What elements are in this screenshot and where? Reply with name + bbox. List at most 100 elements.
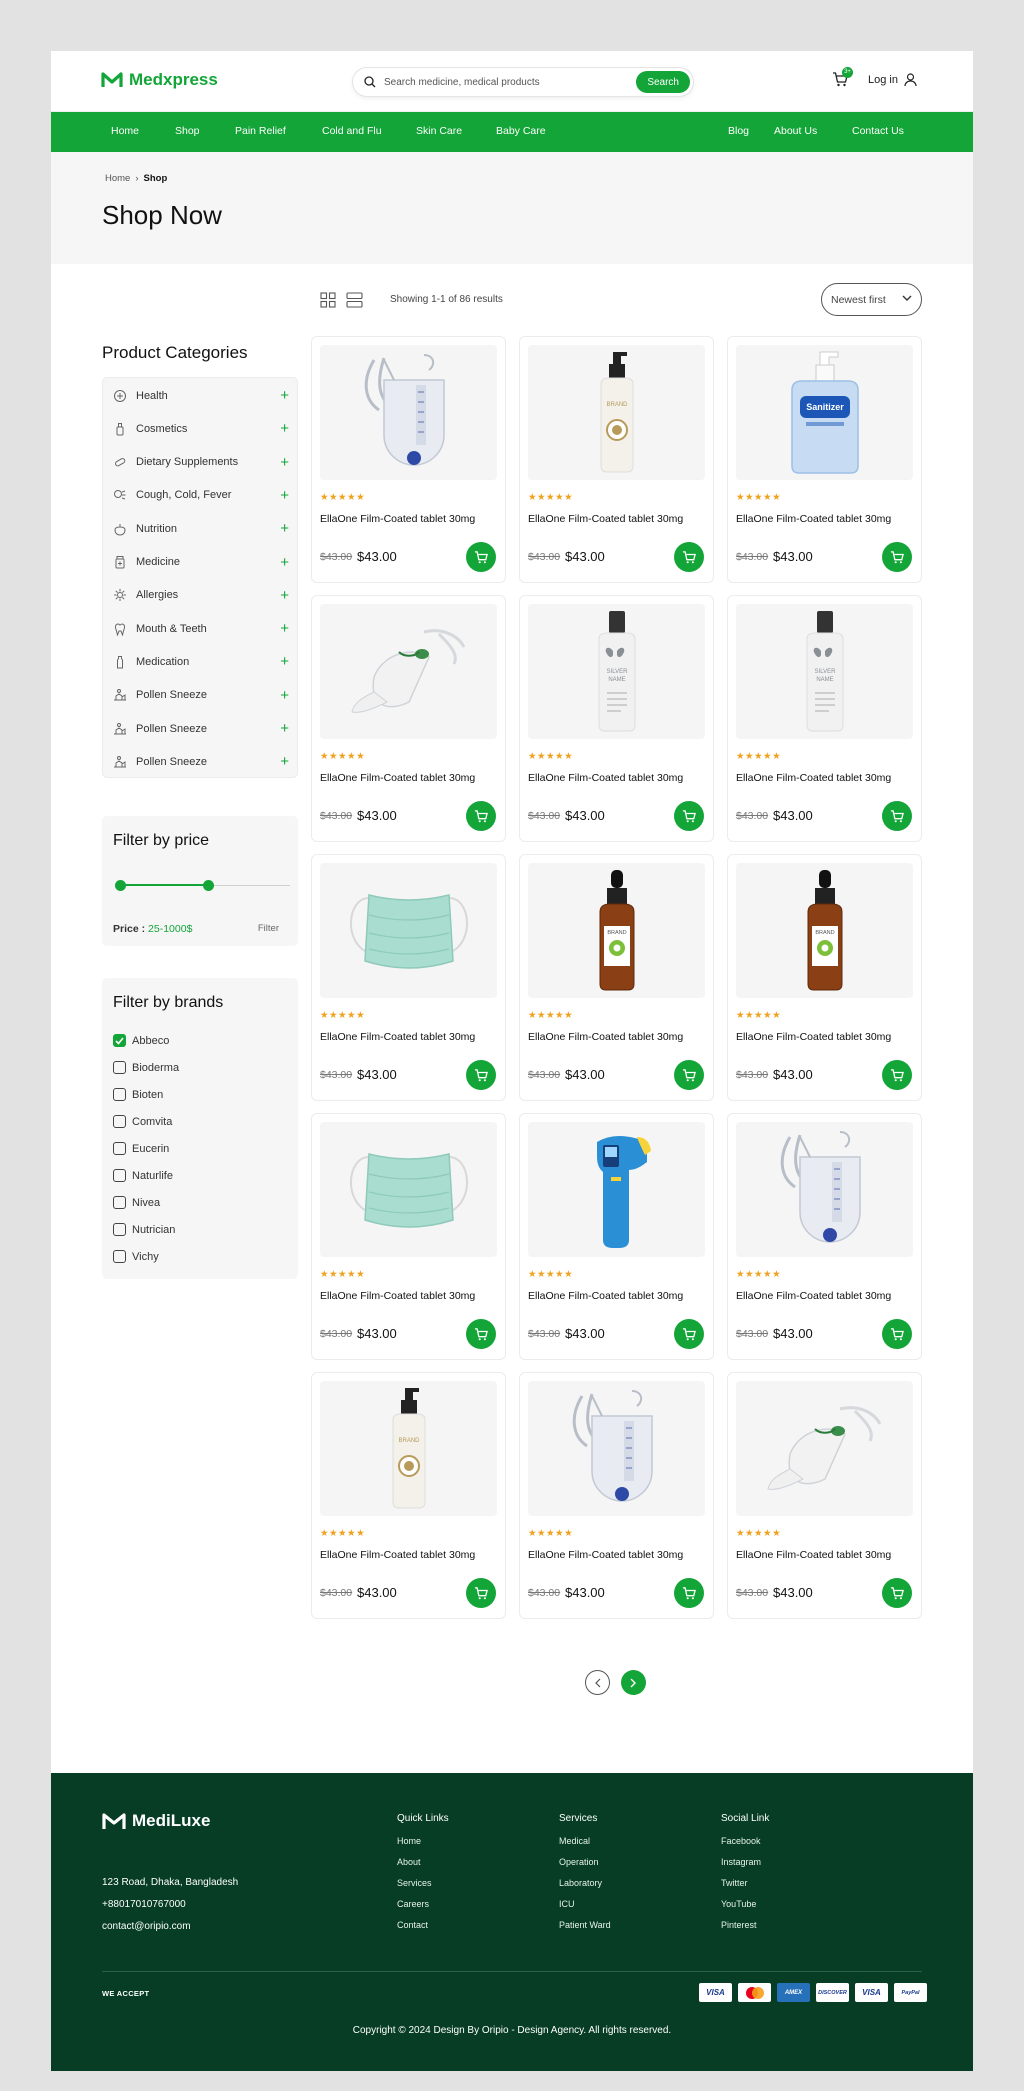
footer-link[interactable]: Patient Ward xyxy=(559,1920,611,1930)
product-image-oxygen-mask[interactable] xyxy=(320,604,497,739)
product-name[interactable]: EllaOne Film-Coated tablet 30mg xyxy=(736,1549,891,1561)
product-image-dropper-bottle[interactable]: BRAND xyxy=(736,863,913,998)
category-item[interactable]: Nutrition + xyxy=(113,512,289,545)
expand-plus-icon[interactable]: + xyxy=(280,753,289,770)
brand-checkbox[interactable] xyxy=(113,1061,126,1074)
product-image-dropper-bottle[interactable]: BRAND xyxy=(528,863,705,998)
breadcrumb-home[interactable]: Home xyxy=(105,173,130,184)
product-card[interactable]: BRAND ★★★★★ EllaOne Film-Coated tablet 30m… xyxy=(519,336,714,583)
nav-contact-us[interactable]: Contact Us xyxy=(852,125,904,137)
footer-link[interactable]: Medical xyxy=(559,1836,611,1846)
footer-link[interactable]: Instagram xyxy=(721,1857,769,1867)
product-name[interactable]: EllaOne Film-Coated tablet 30mg xyxy=(736,513,891,525)
brand-option[interactable]: Comvita xyxy=(113,1115,172,1128)
product-card[interactable]: ★★★★★ EllaOne Film-Coated tablet 30mg $43.… xyxy=(519,1113,714,1360)
product-image-face-mask[interactable] xyxy=(320,863,497,998)
add-to-cart-button[interactable] xyxy=(882,1578,912,1608)
add-to-cart-button[interactable] xyxy=(674,801,704,831)
brand-checkbox[interactable] xyxy=(113,1223,126,1236)
product-image-thermometer[interactable] xyxy=(528,1122,705,1257)
brand-option[interactable]: Naturlife xyxy=(113,1169,173,1182)
login-button[interactable]: Log in xyxy=(868,73,917,87)
nav-home[interactable]: Home xyxy=(111,125,139,137)
search-input[interactable] xyxy=(384,76,637,88)
cart-button[interactable]: 3+ xyxy=(832,67,853,92)
footer-email[interactable]: contact@oripio.com xyxy=(102,1921,191,1932)
nav-shop[interactable]: Shop xyxy=(175,125,200,137)
brand-checkbox[interactable] xyxy=(113,1196,126,1209)
add-to-cart-button[interactable] xyxy=(674,1060,704,1090)
expand-plus-icon[interactable]: + xyxy=(280,687,289,704)
expand-plus-icon[interactable]: + xyxy=(280,487,289,504)
product-card[interactable]: SILVER NAME ★★★★★ EllaOne Film-Coated table… xyxy=(519,595,714,842)
add-to-cart-button[interactable] xyxy=(466,1578,496,1608)
add-to-cart-button[interactable] xyxy=(674,1319,704,1349)
product-name[interactable]: EllaOne Film-Coated tablet 30mg xyxy=(736,772,891,784)
product-image-pump-bottle[interactable]: BRAND xyxy=(528,345,705,480)
logo[interactable]: Medxpress xyxy=(101,70,218,90)
footer-link[interactable]: Home xyxy=(397,1836,449,1846)
footer-link[interactable]: Operation xyxy=(559,1857,611,1867)
add-to-cart-button[interactable] xyxy=(466,1319,496,1349)
add-to-cart-button[interactable] xyxy=(466,1060,496,1090)
expand-plus-icon[interactable]: + xyxy=(280,454,289,471)
brand-option[interactable]: Bioten xyxy=(113,1088,163,1101)
nav-baby-care[interactable]: Baby Care xyxy=(496,125,546,137)
product-card[interactable]: ★★★★★ EllaOne Film-Coated tablet 30mg $43.… xyxy=(311,1113,506,1360)
product-name[interactable]: EllaOne Film-Coated tablet 30mg xyxy=(528,1549,683,1561)
product-card[interactable]: ★★★★★ EllaOne Film-Coated tablet 30mg $43.… xyxy=(519,1372,714,1619)
footer-link[interactable]: Services xyxy=(397,1878,449,1888)
product-image-silver-bottle[interactable]: SILVER NAME xyxy=(736,604,913,739)
product-name[interactable]: EllaOne Film-Coated tablet 30mg xyxy=(528,772,683,784)
nav-about-us[interactable]: About Us xyxy=(774,125,817,137)
brand-checkbox[interactable] xyxy=(113,1115,126,1128)
product-name[interactable]: EllaOne Film-Coated tablet 30mg xyxy=(320,513,475,525)
product-name[interactable]: EllaOne Film-Coated tablet 30mg xyxy=(320,772,475,784)
footer-link[interactable]: ICU xyxy=(559,1899,611,1909)
footer-link[interactable]: YouTube xyxy=(721,1899,769,1909)
price-slider-min-handle[interactable] xyxy=(115,880,126,891)
list-view-icon[interactable] xyxy=(346,292,363,308)
footer-phone[interactable]: +88017010767000 xyxy=(102,1899,186,1910)
expand-plus-icon[interactable]: + xyxy=(280,387,289,404)
search-button[interactable]: Search xyxy=(636,71,690,93)
product-image-silver-bottle[interactable]: SILVER NAME xyxy=(528,604,705,739)
product-name[interactable]: EllaOne Film-Coated tablet 30mg xyxy=(320,1290,475,1302)
product-name[interactable]: EllaOne Film-Coated tablet 30mg xyxy=(736,1031,891,1043)
product-card[interactable]: Sanitizer ★★★★★ EllaOne Film-Coated tablet… xyxy=(727,336,922,583)
add-to-cart-button[interactable] xyxy=(882,1060,912,1090)
product-image-pump-bottle[interactable]: BRAND xyxy=(320,1381,497,1516)
brand-checkbox[interactable] xyxy=(113,1169,126,1182)
add-to-cart-button[interactable] xyxy=(882,542,912,572)
footer-link[interactable]: Twitter xyxy=(721,1878,769,1888)
product-name[interactable]: EllaOne Film-Coated tablet 30mg xyxy=(320,1549,475,1561)
product-image-urine-bag[interactable] xyxy=(320,345,497,480)
category-item[interactable]: Pollen Sneeze + xyxy=(113,712,289,745)
product-name[interactable]: EllaOne Film-Coated tablet 30mg xyxy=(528,1290,683,1302)
footer-link[interactable]: Contact xyxy=(397,1920,449,1930)
expand-plus-icon[interactable]: + xyxy=(280,520,289,537)
category-item[interactable]: Cough, Cold, Fever + xyxy=(113,479,289,512)
footer-logo[interactable]: MediLuxe xyxy=(102,1811,210,1831)
category-item[interactable]: Mouth & Teeth + xyxy=(113,612,289,645)
category-item[interactable]: Pollen Sneeze + xyxy=(113,679,289,712)
category-item[interactable]: Medicine + xyxy=(113,546,289,579)
category-item[interactable]: Pollen Sneeze + xyxy=(113,745,289,778)
expand-plus-icon[interactable]: + xyxy=(280,420,289,437)
footer-link[interactable]: Facebook xyxy=(721,1836,769,1846)
brand-option[interactable]: Nivea xyxy=(113,1196,160,1209)
brand-option[interactable]: Abbeco xyxy=(113,1034,169,1047)
brand-checkbox[interactable] xyxy=(113,1088,126,1101)
brand-checkbox[interactable] xyxy=(113,1250,126,1263)
category-item[interactable]: Cosmetics + xyxy=(113,412,289,445)
product-card[interactable]: BRAND ★★★★★ EllaOne Film-Coated tablet 30m… xyxy=(519,854,714,1101)
product-card[interactable]: ★★★★★ EllaOne Film-Coated tablet 30mg $43.… xyxy=(311,336,506,583)
add-to-cart-button[interactable] xyxy=(466,801,496,831)
price-slider-max-handle[interactable] xyxy=(203,880,215,891)
category-item[interactable]: Medication + xyxy=(113,645,289,678)
add-to-cart-button[interactable] xyxy=(466,542,496,572)
expand-plus-icon[interactable]: + xyxy=(280,720,289,737)
product-card[interactable]: SILVER NAME ★★★★★ EllaOne Film-Coated table… xyxy=(727,595,922,842)
product-name[interactable]: EllaOne Film-Coated tablet 30mg xyxy=(528,513,683,525)
product-card[interactable]: ★★★★★ EllaOne Film-Coated tablet 30mg $43.… xyxy=(311,595,506,842)
